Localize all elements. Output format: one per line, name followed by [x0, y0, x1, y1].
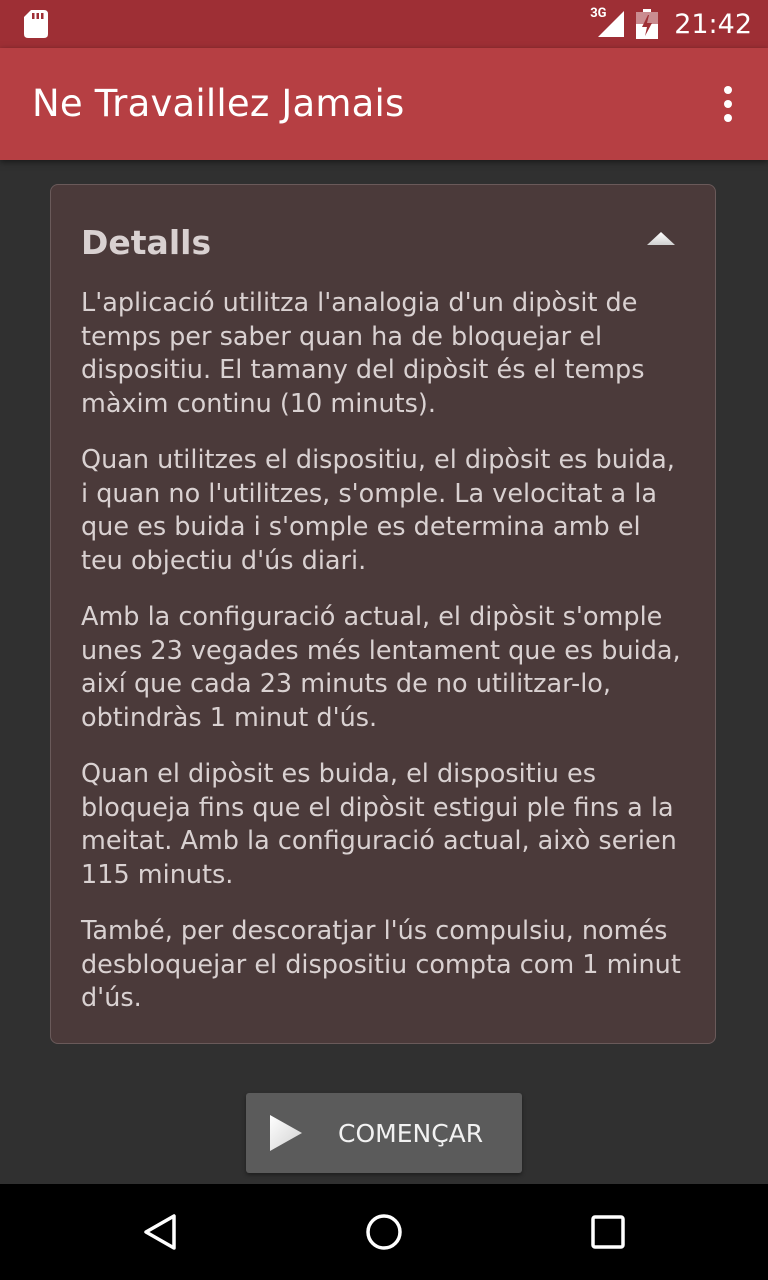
recents-icon[interactable]: [588, 1212, 628, 1252]
paragraph: L'aplicació utilitza l'analogia d'un dip…: [81, 288, 645, 419]
signal-icon: 3G: [590, 6, 626, 39]
start-button-label: COMENÇAR: [338, 1118, 484, 1148]
sd-card-icon: [24, 10, 48, 38]
details-text: L'aplicació utilitza l'analogia d'un dip…: [81, 287, 681, 1039]
overflow-menu-icon[interactable]: [722, 86, 734, 122]
details-card: Detalls L'aplicació utilitza l'analogia …: [50, 184, 716, 1044]
play-icon: [270, 1115, 302, 1151]
collapse-icon[interactable]: [645, 229, 677, 249]
status-bar: 3G 21:42: [0, 0, 768, 48]
app-bar: Ne Travaillez Jamais: [0, 48, 768, 160]
navigation-bar: [0, 1184, 768, 1280]
clock: 21:42: [674, 8, 752, 40]
home-icon[interactable]: [364, 1212, 404, 1252]
battery-icon: [636, 9, 659, 39]
paragraph: També, per descoratjar l'ús compulsiu, n…: [81, 916, 681, 1013]
back-icon[interactable]: [140, 1212, 180, 1252]
paragraph: Quan utilitzes el dispositiu, el dipòsit…: [81, 445, 675, 576]
card-title: Detalls: [81, 223, 212, 262]
paragraph: Quan el dipòsit es buida, el dispositiu …: [81, 759, 677, 890]
paragraph: Amb la configuració actual, el dipòsit s…: [81, 602, 681, 733]
start-button[interactable]: COMENÇAR: [246, 1093, 522, 1173]
app-title: Ne Travaillez Jamais: [32, 82, 405, 125]
